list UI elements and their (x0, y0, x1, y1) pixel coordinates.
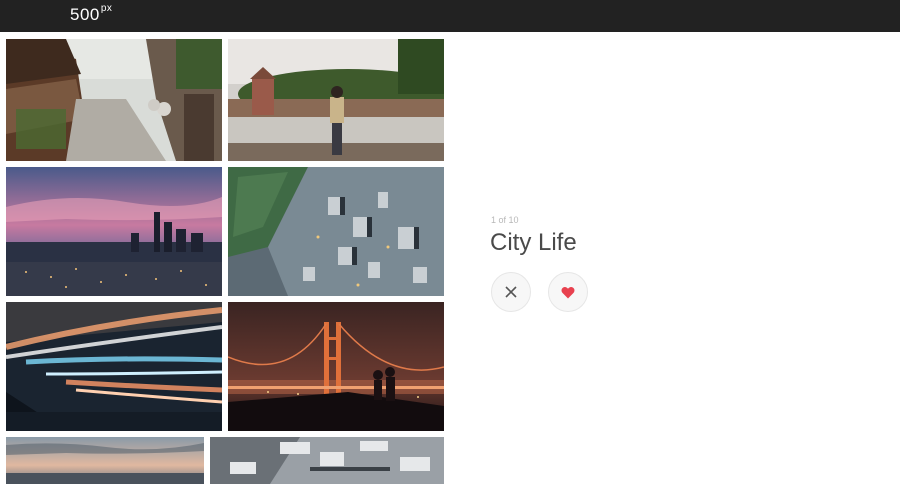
photo-tile-golden-gate[interactable] (228, 302, 444, 431)
light-trails-photo (6, 302, 222, 431)
photo-tile-prague-viewpoint[interactable] (228, 39, 444, 161)
like-button[interactable] (548, 272, 588, 312)
logo-500px[interactable]: 500px (70, 3, 113, 25)
photo-tile-light-trails[interactable] (6, 302, 222, 431)
photo-tile-kyoto-street[interactable] (6, 39, 222, 161)
coastal-sunset-photo (6, 437, 204, 484)
golden-gate-bridge-photo (228, 302, 444, 431)
collection-title: City Life (490, 229, 577, 256)
logo-text: 500 (70, 5, 100, 24)
logo-superscript: px (100, 3, 113, 15)
aerial-city-photo (228, 167, 444, 296)
top-navigation-bar: 500px (0, 0, 900, 32)
photo-tile-winter-aerial[interactable] (210, 437, 444, 484)
photo-tile-aerial-city[interactable] (228, 167, 444, 296)
slide-counter: 1 of 10 (491, 215, 519, 225)
heart-icon (561, 286, 575, 298)
close-icon (505, 286, 517, 298)
photo-tile-city-sunset[interactable] (6, 167, 222, 296)
winter-aerial-photo (210, 437, 444, 484)
prague-viewpoint-photo (228, 39, 444, 161)
photo-tile-coastal-sunset[interactable] (6, 437, 204, 484)
city-sunset-skyline-photo (6, 167, 222, 296)
dismiss-button[interactable] (491, 272, 531, 312)
kyoto-street-photo (6, 39, 222, 161)
